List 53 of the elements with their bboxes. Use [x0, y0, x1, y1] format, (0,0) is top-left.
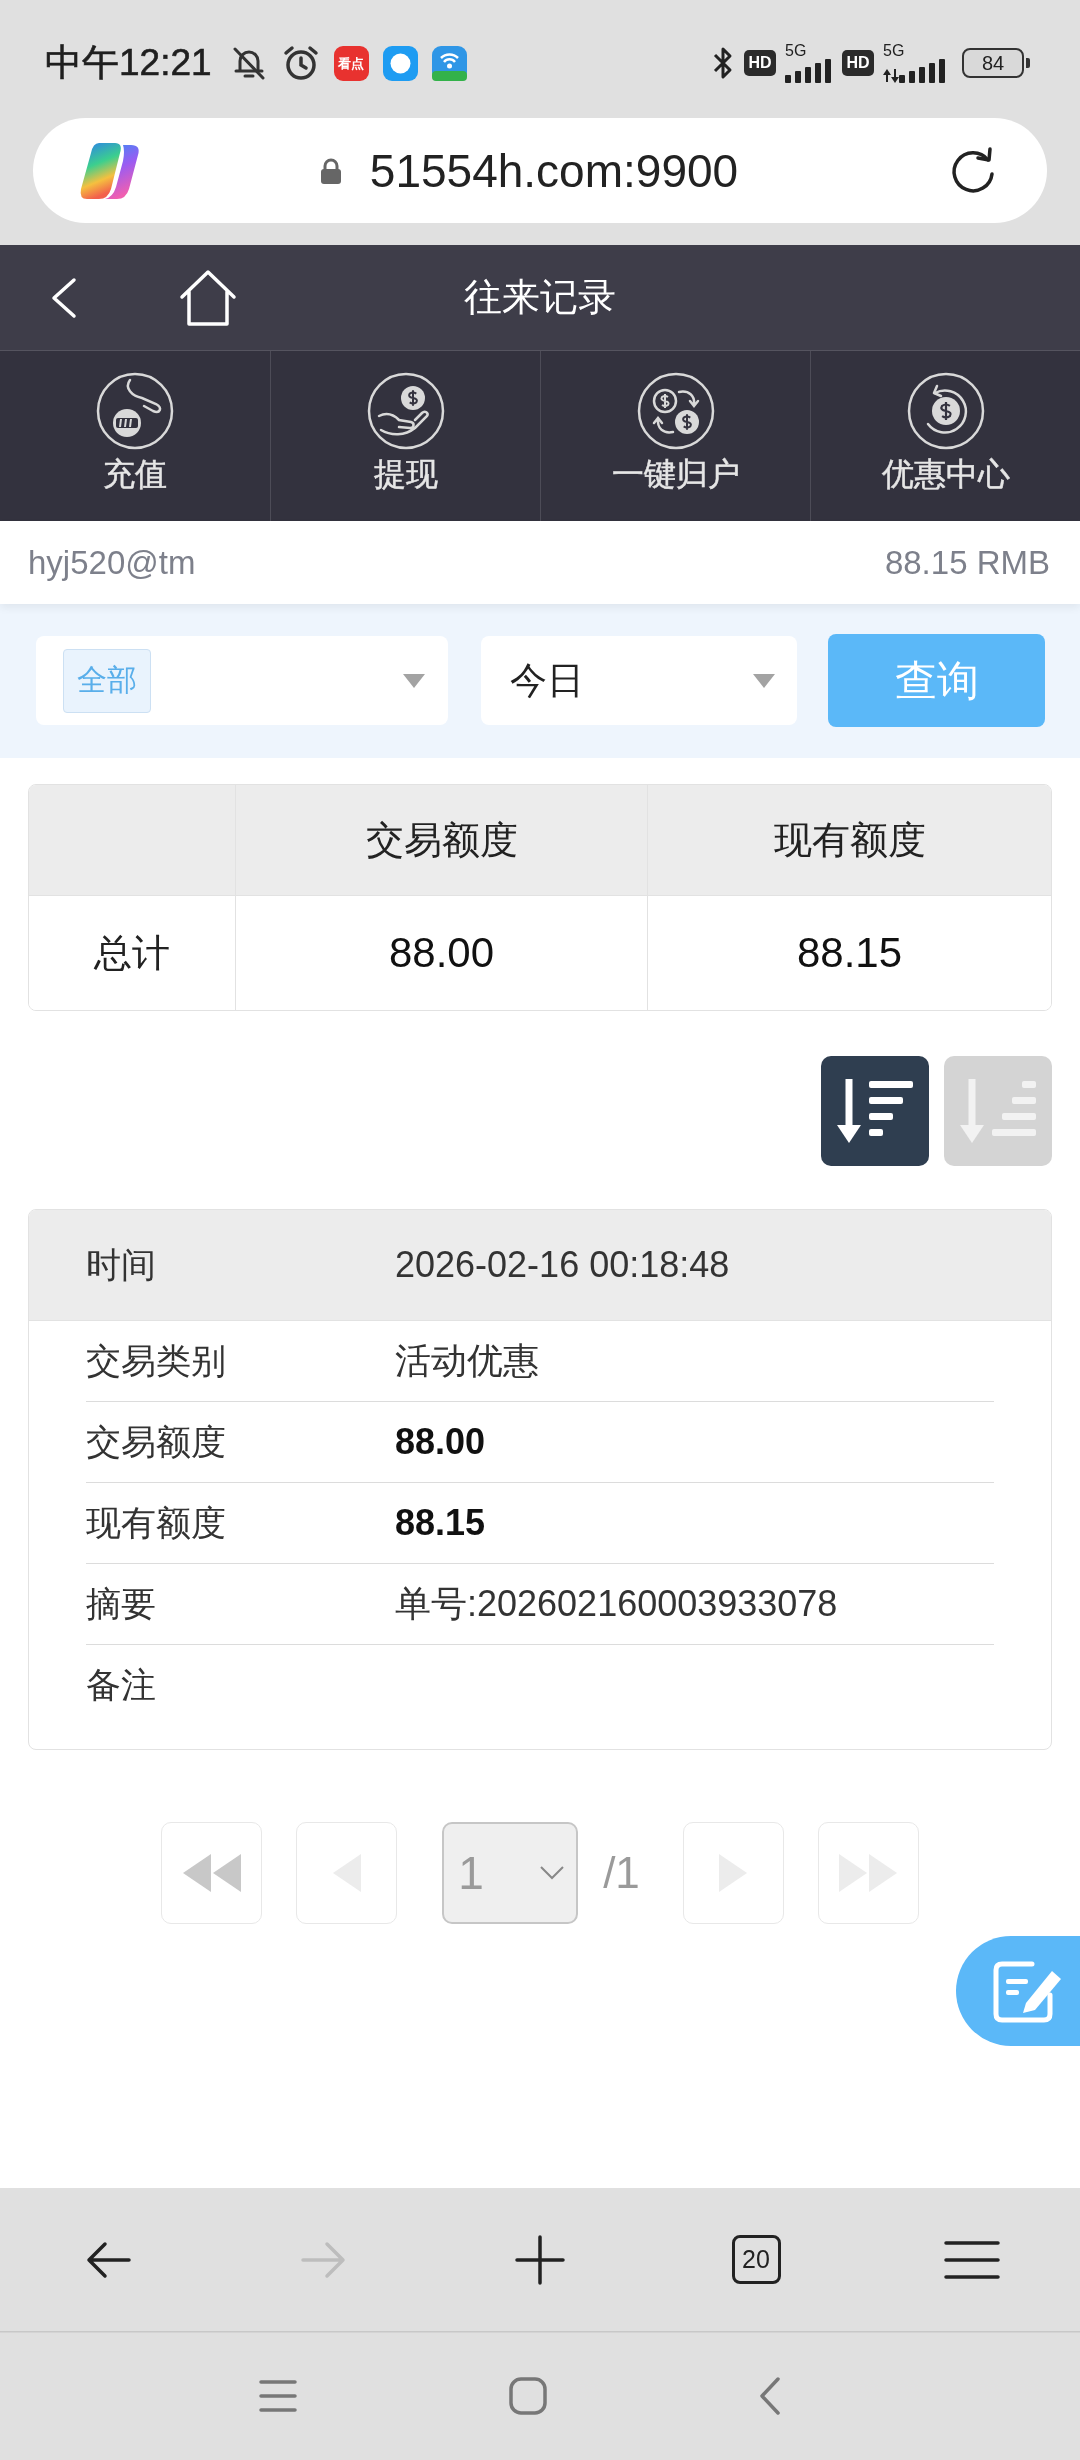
field-label: 备注	[86, 1663, 157, 1706]
back-chevron-icon[interactable]	[759, 2376, 781, 2415]
field-value: 活动优惠	[395, 1338, 539, 1383]
coin-exchange-icon	[636, 372, 715, 450]
dropdown-caret-icon	[403, 673, 425, 688]
page-total: /1	[603, 1848, 640, 1898]
home-square-icon[interactable]	[509, 2376, 547, 2415]
lock-icon	[319, 157, 342, 184]
network-type-label: 5G	[785, 43, 807, 59]
chevron-down-icon	[540, 1866, 565, 1880]
recent-apps-icon[interactable]	[259, 2378, 297, 2413]
account-balance: 88.15 RMB	[884, 543, 1050, 582]
status-time: 中午12:21	[45, 41, 212, 85]
field-value: 88.00	[395, 1421, 486, 1463]
menu-icon[interactable]	[944, 2239, 1000, 2280]
coin-refresh-icon	[906, 372, 985, 450]
row-header: 总计	[93, 930, 171, 976]
back-arrow-icon[interactable]	[85, 2239, 131, 2280]
hd-indicator: HD	[744, 50, 776, 76]
field-label: 交易额度	[86, 1420, 227, 1463]
username: hyj520@tm	[28, 543, 196, 582]
wifi-app-icon	[431, 45, 467, 81]
back-icon[interactable]	[50, 276, 78, 319]
chat-app-icon	[382, 45, 418, 81]
home-icon[interactable]	[179, 268, 237, 327]
page-title: 往来记录	[464, 275, 616, 320]
network-type-label: 5G	[883, 43, 905, 59]
field-label: 交易类别	[86, 1339, 227, 1382]
field-value: 88.15	[395, 1502, 486, 1544]
hand-card-icon	[96, 372, 174, 450]
hd-indicator: HD	[842, 50, 874, 76]
url-text: 51554h.com:9900	[369, 147, 739, 194]
field-label: 现有额度	[86, 1501, 227, 1544]
edit-button[interactable]	[956, 1936, 1080, 2046]
dropdown-caret-icon	[753, 673, 775, 688]
hand-coin-icon	[366, 372, 445, 450]
sort-descending-button[interactable]	[821, 1056, 929, 1166]
field-label: 时间	[86, 1243, 157, 1286]
deposit-button[interactable]: 充值	[0, 351, 270, 521]
field-label: 摘要	[86, 1582, 157, 1625]
note-pencil-icon	[992, 1959, 1064, 2023]
battery-indicator: 84	[962, 48, 1030, 78]
browser-logo-icon	[79, 140, 141, 201]
news-app-icon: 看点	[333, 45, 369, 81]
table-cell: 88.00	[235, 896, 647, 1010]
tabs-button[interactable]: 20	[731, 2235, 781, 2284]
period-select[interactable]: 今日	[481, 636, 797, 725]
table-cell: 88.15	[647, 896, 1051, 1010]
field-value: 2026-02-16 00:18:48	[395, 1244, 730, 1286]
field-value: 单号:202602160003933078	[395, 1581, 838, 1626]
plus-icon[interactable]	[515, 2234, 565, 2285]
alarm-clock-icon	[281, 44, 320, 82]
address-bar[interactable]: 51554h.com:9900	[33, 118, 1047, 223]
